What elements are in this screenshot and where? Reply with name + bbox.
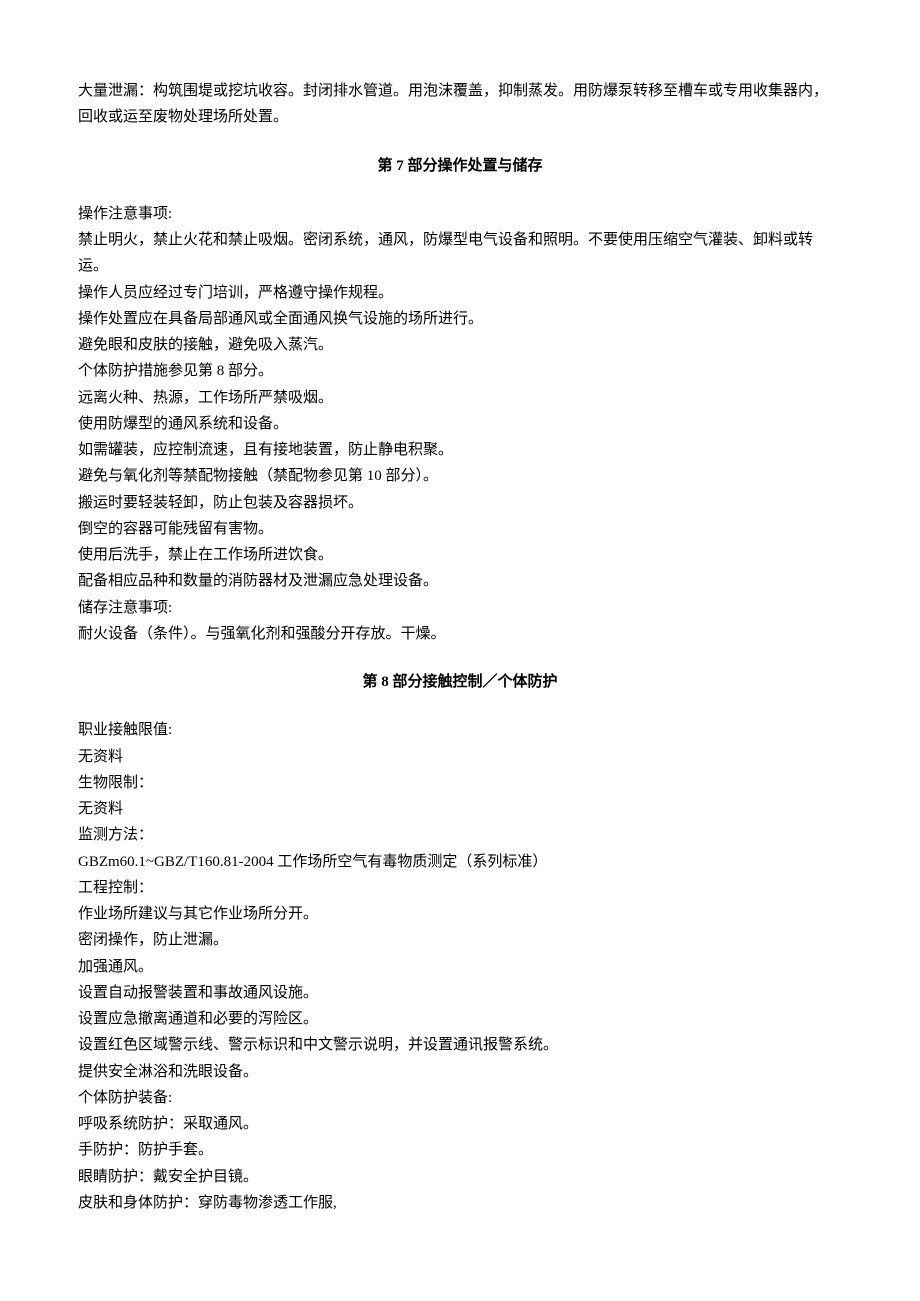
body-text: 呼吸系统防护：采取通风。 <box>78 1111 842 1137</box>
body-text: 皮肤和身体防护：穿防毒物渗透工作服, <box>78 1190 842 1216</box>
body-text: 手防护：防护手套。 <box>78 1137 842 1163</box>
body-text: 储存注意事项: <box>78 595 842 621</box>
body-text: 禁止明火，禁止火花和禁止吸烟。密闭系统，通风，防爆型电气设备和照明。不要使用压缩… <box>78 227 842 280</box>
body-text: 远离火种、热源，工作场所严禁吸烟。 <box>78 385 842 411</box>
body-text: 加强通风。 <box>78 954 842 980</box>
body-text: 密闭操作，防止泄漏。 <box>78 927 842 953</box>
body-text: 避免眼和皮肤的接触，避免吸入蒸汽。 <box>78 332 842 358</box>
body-text: 如需罐装，应控制流速，且有接地装置，防止静电积聚。 <box>78 437 842 463</box>
body-text: 提供安全淋浴和洗眼设备。 <box>78 1059 842 1085</box>
body-text: 生物限制： <box>78 770 842 796</box>
body-text: 使用后洗手，禁止在工作场所进饮食。 <box>78 542 842 568</box>
body-text: 监测方法： <box>78 822 842 848</box>
section-8-heading: 第 8 部分接触控制／个体防护 <box>78 669 842 695</box>
body-text: 工程控制： <box>78 875 842 901</box>
body-text: 无资料 <box>78 744 842 770</box>
body-text: 使用防爆型的通风系统和设备。 <box>78 411 842 437</box>
body-text: 眼睛防护：戴安全护目镜。 <box>78 1164 842 1190</box>
intro-paragraph: 大量泄漏：构筑围堤或挖坑收容。封闭排水管道。用泡沫覆盖，抑制蒸发。用防爆泵转移至… <box>78 78 842 131</box>
body-text: 个体防护措施参见第 8 部分。 <box>78 358 842 384</box>
body-text: 无资料 <box>78 796 842 822</box>
body-text: 耐火设备（条件）。与强氧化剂和强酸分开存放。干燥。 <box>78 621 842 647</box>
body-text: 设置自动报警装置和事故通风设施。 <box>78 980 842 1006</box>
body-text: 个体防护装备: <box>78 1085 842 1111</box>
body-text: GBZm60.1~GBZ/T160.81-2004 工作场所空气有毒物质测定（系… <box>78 849 842 875</box>
body-text: 操作人员应经过专门培训，严格遵守操作规程。 <box>78 280 842 306</box>
section-7-heading: 第 7 部分操作处置与储存 <box>78 153 842 179</box>
body-text: 设置红色区域警示线、警示标识和中文警示说明，并设置通讯报警系统。 <box>78 1032 842 1058</box>
body-text: 避免与氧化剂等禁配物接触（禁配物参见第 10 部分）。 <box>78 463 842 489</box>
body-text: 操作处置应在具备局部通风或全面通风换气设施的场所进行。 <box>78 306 842 332</box>
body-text: 搬运时要轻装轻卸，防止包装及容器损坏。 <box>78 490 842 516</box>
body-text: 设置应急撤离通道和必要的泻险区。 <box>78 1006 842 1032</box>
body-text: 作业场所建议与其它作业场所分开。 <box>78 901 842 927</box>
body-text: 职业接触限值: <box>78 717 842 743</box>
body-text: 配备相应品种和数量的消防器材及泄漏应急处理设备。 <box>78 568 842 594</box>
body-text: 操作注意事项: <box>78 201 842 227</box>
body-text: 倒空的容器可能残留有害物。 <box>78 516 842 542</box>
